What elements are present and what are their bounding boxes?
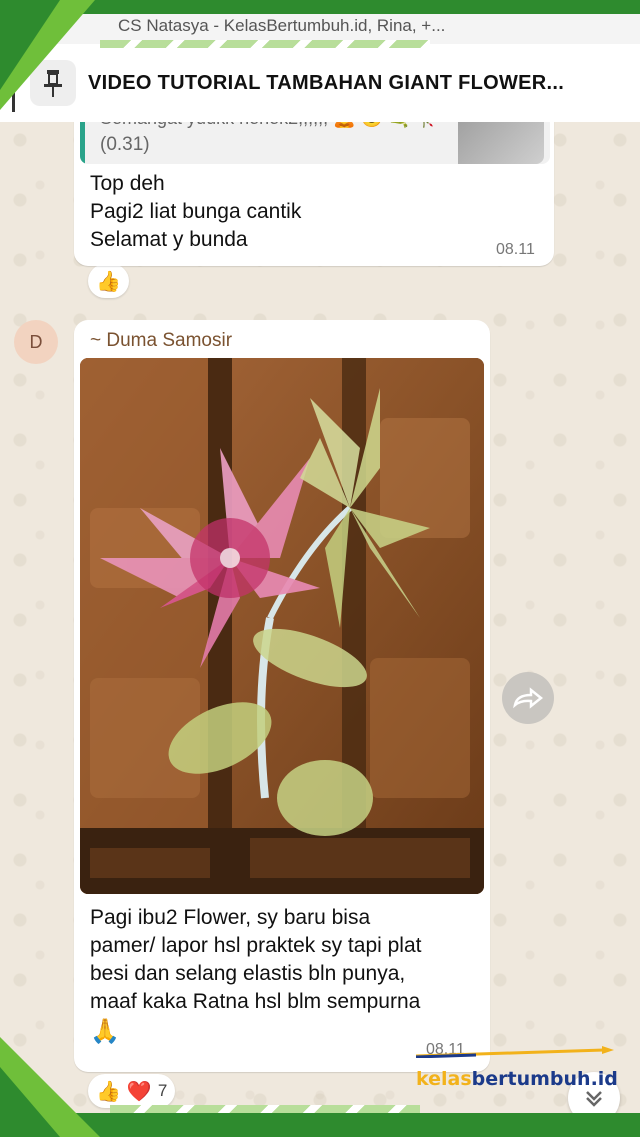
- message-line: besi dan selang elastis bln punya,: [90, 962, 406, 985]
- quote-duration: (0.31): [100, 134, 150, 155]
- frame-corner-inner: [0, 1067, 60, 1137]
- chat-header: CS Natasya - KelasBertumbuh.id, Rina, +.…: [0, 14, 640, 122]
- reaction-chip[interactable]: 👍: [88, 264, 129, 298]
- forward-icon: [513, 687, 543, 709]
- decor-stripes: [100, 40, 430, 48]
- forward-button[interactable]: [502, 672, 554, 724]
- brand-logo: kelasbertumbuh.id: [416, 1068, 618, 1090]
- message-line: Selamat y bunda: [90, 228, 248, 251]
- message-line: Pagi2 liat bunga cantik: [90, 200, 302, 223]
- thumbs-up-icon: 👍: [96, 270, 121, 293]
- message-line: Top deh: [90, 172, 165, 195]
- avatar[interactable]: D: [14, 320, 58, 364]
- flower-photo-illustration: [80, 358, 484, 894]
- frame-top: [0, 0, 640, 14]
- heart-icon: ❤️: [126, 1080, 152, 1103]
- sender-name[interactable]: ~ Duma Samosir: [90, 330, 232, 352]
- message-line: pamer/ lapor hsl praktek sy tapi plat: [90, 934, 422, 957]
- message-line: Pagi ibu2 Flower, sy baru bisa: [90, 906, 371, 929]
- message-bubble[interactable]: Semangat yuukk nenek2,,,,,, 🙇 😊 💐 🥀 (0.3…: [74, 100, 554, 266]
- reaction-chip[interactable]: 👍 ❤️ 7: [88, 1074, 176, 1108]
- message-time: 08.11: [496, 241, 535, 258]
- brand-part1: kelas: [416, 1068, 472, 1090]
- brand-swoosh: [416, 1046, 614, 1058]
- pinned-message-title[interactable]: VIDEO TUTORIAL TAMBAHAN GIANT FLOWER...: [88, 72, 564, 95]
- reaction-count: 7: [157, 1081, 168, 1100]
- message-line: maaf kaka Ratna hsl blm sempurna: [90, 990, 421, 1013]
- avatar-initial: D: [29, 331, 43, 352]
- brand-part2: bertumbuh.id: [471, 1068, 618, 1090]
- message-bubble[interactable]: ~ Duma Samosir Pagi ibu2 Flower, sy baru…: [74, 320, 490, 1072]
- participants-text: CS Natasya - KelasBertumbuh.id, Rina, +.…: [118, 16, 446, 35]
- frame-corner-inner: [0, 0, 60, 90]
- message-photo[interactable]: [80, 358, 484, 894]
